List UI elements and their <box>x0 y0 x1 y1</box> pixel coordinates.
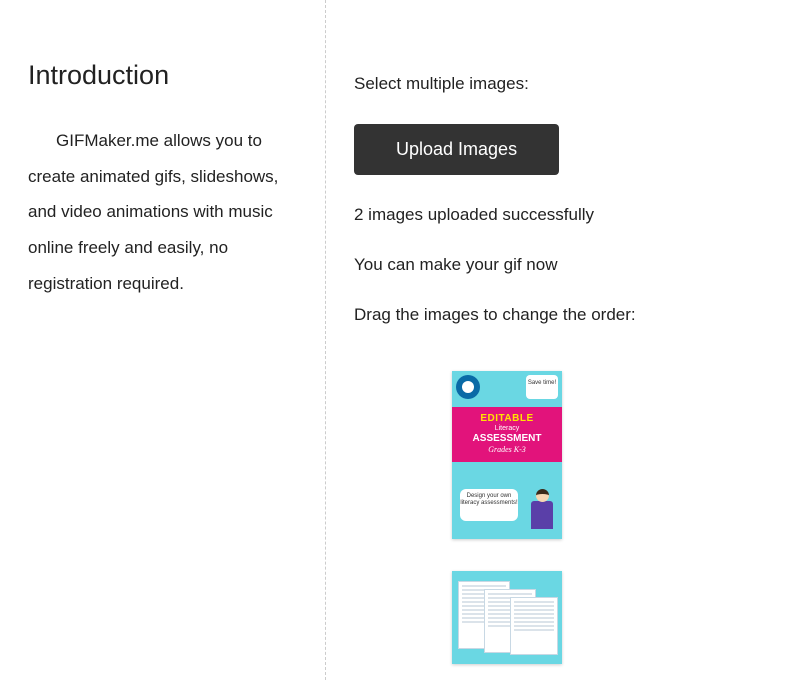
thumb1-bubble-bottom: Design your own literacy assessments! <box>460 489 518 521</box>
select-images-label: Select multiple images: <box>354 74 774 94</box>
uploaded-image-thumb[interactable]: Save time! EDITABLE Literacy ASSESSMENT … <box>452 371 562 539</box>
intro-heading: Introduction <box>28 60 297 91</box>
intro-body: GIFMaker.me allows you to create animate… <box>28 123 297 301</box>
thumb1-editable-text: EDITABLE <box>452 413 562 424</box>
thumb1-grades-text: Grades K-3 <box>452 445 562 454</box>
character-icon <box>528 489 556 529</box>
thumbnail-list: Save time! EDITABLE Literacy ASSESSMENT … <box>354 371 774 664</box>
worksheet-icon <box>510 597 558 655</box>
intro-panel: Introduction GIFMaker.me allows you to c… <box>0 0 325 680</box>
thumb1-bubble-top: Save time! <box>526 375 558 399</box>
upload-status-text: 2 images uploaded successfully <box>354 205 774 225</box>
upload-images-button[interactable]: Upload Images <box>354 124 559 175</box>
logo-icon <box>456 375 480 399</box>
uploaded-image-thumb[interactable] <box>452 571 562 664</box>
drag-order-label: Drag the images to change the order: <box>354 305 774 325</box>
make-gif-hint: You can make your gif now <box>354 255 774 275</box>
upload-panel: Select multiple images: Upload Images 2 … <box>326 0 802 680</box>
thumb1-assessment-text: ASSESSMENT <box>452 433 562 444</box>
thumb1-literacy-text: Literacy <box>452 425 562 432</box>
thumb1-title-band: EDITABLE Literacy ASSESSMENT Grades K-3 <box>452 407 562 462</box>
